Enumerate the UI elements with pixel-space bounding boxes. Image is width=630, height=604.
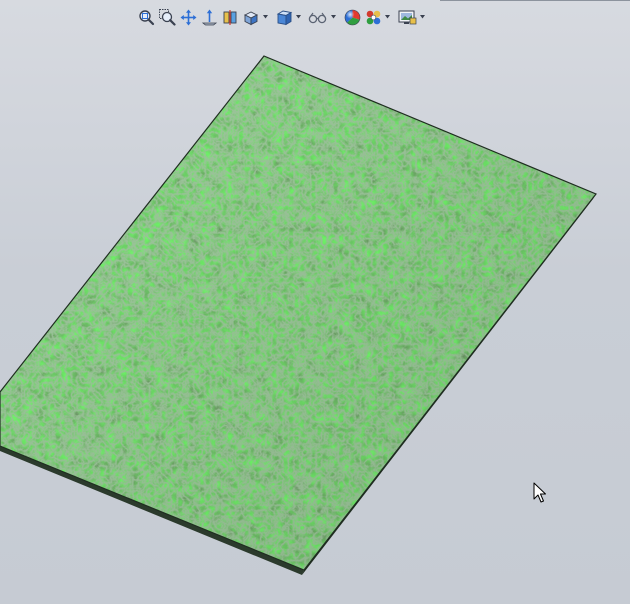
- model-view: [0, 50, 600, 580]
- graphics-area[interactable]: [0, 0, 630, 604]
- textured-plate[interactable]: [0, 50, 600, 580]
- plate-top-face: [0, 56, 596, 570]
- mouse-pointer-icon: [533, 482, 546, 503]
